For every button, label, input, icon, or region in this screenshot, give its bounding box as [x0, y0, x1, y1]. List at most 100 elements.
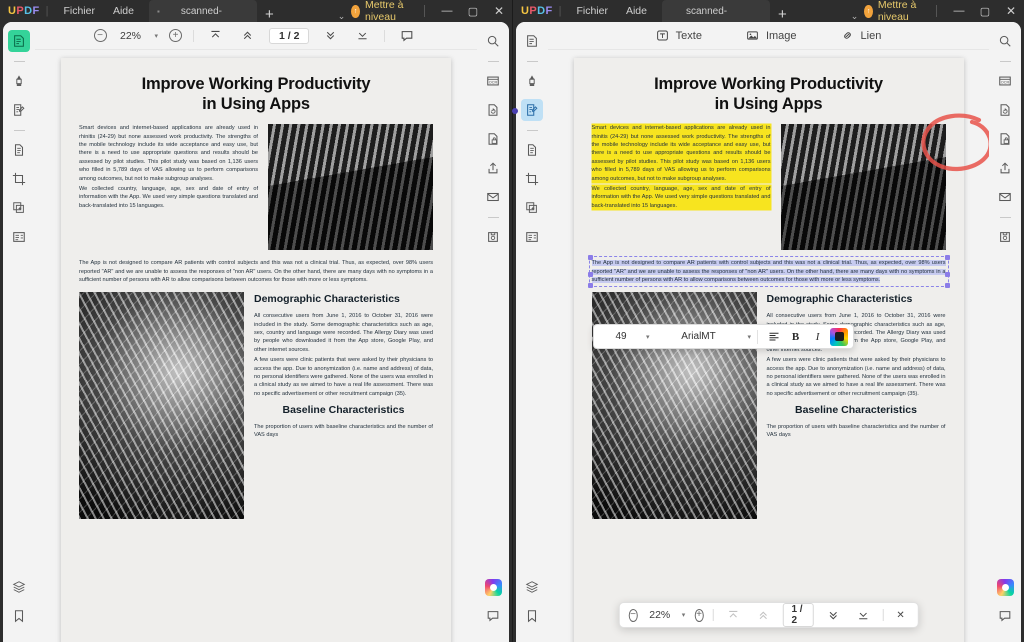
next-page-icon-right[interactable] [823, 607, 844, 624]
menu-fichier[interactable]: Fichier [54, 3, 104, 19]
sidebar-item-forms-right[interactable] [521, 226, 543, 248]
zoom-in-button-right[interactable]: + [694, 608, 704, 622]
layers-icon-right[interactable] [521, 576, 543, 598]
document-tab-right[interactable]: scanned- [661, 0, 770, 22]
comment-icon[interactable] [396, 27, 418, 45]
zoom-in-button[interactable]: + [169, 29, 183, 42]
protect-icon[interactable] [482, 128, 504, 150]
edit-link-button[interactable]: Lien [841, 29, 881, 43]
ai-assistant-icon[interactable] [482, 576, 504, 598]
bookmark-icon[interactable] [8, 605, 30, 627]
ocr-icon[interactable]: OCR [482, 70, 504, 92]
sidebar-item-edit-pdf[interactable] [8, 99, 30, 121]
selection-handle-ml[interactable] [587, 271, 593, 277]
new-tab-button[interactable]: + [257, 7, 282, 22]
pane-divider-handle[interactable] [510, 98, 520, 124]
upgrade-button-right[interactable]: ↑ Mettre à niveau [858, 0, 931, 24]
convert-icon[interactable] [482, 99, 504, 121]
share-icon[interactable] [482, 157, 504, 179]
font-family-chevron-down-icon[interactable]: ▾ [748, 333, 752, 341]
zoom-chevron-down-icon-right[interactable]: ▾ [682, 611, 686, 619]
selection-handle-mr[interactable] [944, 271, 950, 277]
edit-toolbar: Texte Image Lien [548, 22, 989, 50]
protect-icon-right[interactable] [994, 128, 1016, 150]
menu-aide[interactable]: Aide [104, 3, 143, 19]
save-as-icon[interactable] [482, 226, 504, 248]
minimize-button[interactable]: — [434, 0, 460, 22]
page-indicator[interactable]: 1 / 2 [269, 27, 310, 44]
align-left-icon[interactable] [764, 327, 783, 346]
sidebar-item-organize-pages[interactable] [8, 139, 30, 161]
zoom-chevron-down-icon[interactable]: ▾ [155, 32, 159, 40]
ai-assistant-icon-right[interactable] [994, 576, 1016, 598]
sidebar-item-batch-process[interactable] [8, 197, 30, 219]
prev-page-icon[interactable] [237, 27, 258, 44]
prev-page-icon-right[interactable] [752, 607, 773, 624]
menu-fichier-right[interactable]: Fichier [567, 3, 617, 19]
italic-button[interactable]: I [808, 327, 827, 346]
document-tab[interactable]: ▪ scanned- [148, 0, 257, 22]
layers-icon[interactable] [8, 576, 30, 598]
document-canvas-left[interactable]: Improve Working Productivity in Using Ap… [35, 50, 477, 642]
page-navigation-toolbar[interactable]: − 22% ▾ + 1 / 2 ✕ [618, 602, 919, 628]
font-size-chevron-down-icon[interactable]: ▾ [646, 333, 650, 341]
email-icon-right[interactable] [994, 186, 1016, 208]
sidebar-item-annotate-right[interactable] [521, 70, 543, 92]
search-icon-right[interactable] [994, 30, 1016, 52]
bold-button[interactable]: B [786, 327, 805, 346]
zoom-out-button-right[interactable]: − [628, 608, 638, 622]
edit-text-button[interactable]: Texte [656, 29, 702, 43]
highlighted-paragraph-1[interactable]: Smart devices and internet-based applica… [591, 124, 771, 183]
tab-list-chevron-down-icon-right[interactable]: ⌄ [851, 11, 859, 22]
comment-panel-icon-right[interactable] [994, 605, 1016, 627]
search-icon[interactable] [482, 30, 504, 52]
selected-text-block[interactable]: The App is not designed to compare AR pa… [587, 255, 950, 289]
font-family-value[interactable]: ArialMT [653, 331, 745, 342]
color-picker-button[interactable] [830, 327, 849, 346]
maximize-button[interactable]: ▢ [460, 0, 486, 22]
zoom-out-button[interactable]: − [93, 29, 107, 42]
sidebar-item-reader-view-right[interactable] [521, 30, 543, 52]
close-toolbar-button[interactable]: ✕ [892, 608, 908, 623]
sidebar-item-batch-process-right[interactable] [521, 197, 543, 219]
document-page[interactable]: Improve Working Productivity in Using Ap… [61, 58, 451, 642]
sidebar-item-organize-pages-right[interactable] [521, 139, 543, 161]
document-canvas-right[interactable]: Improve Working Productivity in Using Ap… [548, 50, 989, 642]
comment-panel-icon[interactable] [482, 605, 504, 627]
sidebar-item-crop-pages-right[interactable] [521, 168, 543, 190]
first-page-icon[interactable] [205, 27, 226, 44]
last-page-icon[interactable] [352, 27, 373, 44]
sidebar-item-annotate[interactable] [8, 70, 30, 92]
edit-image-button[interactable]: Image [746, 29, 797, 43]
close-button[interactable]: ✕ [486, 0, 512, 22]
sidebar-item-forms[interactable] [8, 226, 30, 248]
menu-aide-right[interactable]: Aide [617, 3, 656, 19]
bookmark-icon-right[interactable] [521, 605, 543, 627]
text-format-toolbar[interactable]: 49 ▾ ArialMT ▾ B I [593, 324, 855, 349]
maximize-button-right[interactable]: ▢ [972, 0, 998, 22]
sidebar-item-crop-pages[interactable] [8, 168, 30, 190]
selection-handle-bl[interactable] [587, 283, 593, 289]
document-page-right[interactable]: Improve Working Productivity in Using Ap… [573, 58, 989, 642]
selection-handle-tl[interactable] [587, 255, 593, 261]
tab-list-chevron-down-icon[interactable]: ⌄ [338, 11, 346, 22]
save-as-icon-right[interactable] [994, 226, 1016, 248]
font-size-value[interactable]: 49 [599, 331, 643, 342]
first-page-icon-right[interactable] [722, 607, 743, 624]
sidebar-item-reader-view[interactable] [8, 30, 30, 52]
ocr-icon-right[interactable]: OCR [994, 70, 1016, 92]
page-indicator-right[interactable]: 1 / 2 [782, 603, 814, 627]
share-icon-right[interactable] [994, 157, 1016, 179]
sidebar-item-edit-pdf-right[interactable] [521, 99, 543, 121]
email-icon[interactable] [482, 186, 504, 208]
minimize-button-right[interactable]: — [946, 0, 972, 22]
selection-handle-tr[interactable] [944, 255, 950, 261]
last-page-icon-right[interactable] [853, 607, 874, 624]
selection-handle-br[interactable] [944, 283, 950, 289]
convert-icon-right[interactable] [994, 99, 1016, 121]
next-page-icon[interactable] [320, 27, 341, 44]
upgrade-button[interactable]: ↑ Mettre à niveau [345, 0, 419, 24]
new-tab-button-right[interactable]: + [770, 7, 795, 22]
highlighted-paragraph-2[interactable]: We collected country, language, age, sex… [591, 184, 771, 211]
close-button-right[interactable]: ✕ [998, 0, 1024, 22]
